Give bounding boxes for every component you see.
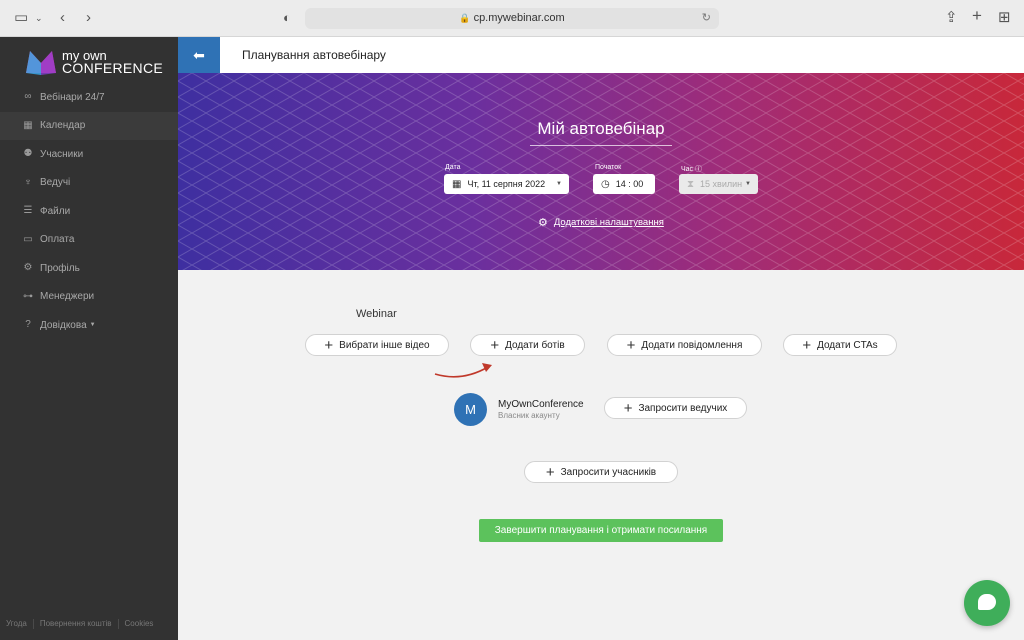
footer-link-cookies[interactable]: Cookies: [119, 619, 160, 629]
infinity-icon: ∞: [24, 91, 32, 103]
page-title: Планування автовебінару: [242, 48, 386, 62]
browser-toolbar: ▭ ⌄ ‹ › ◐ 🔒 cp.mywebinar.com ↻ ⇪ + ⊞: [0, 0, 1024, 37]
start-time-picker[interactable]: ◷ 14 : 00: [593, 174, 655, 194]
clock-icon: ◷: [601, 178, 610, 190]
start-label: Початок: [595, 164, 622, 171]
sidebar-item-participants[interactable]: ⚉ Учасники: [0, 140, 178, 169]
host-name: MyOwnConference: [498, 399, 584, 410]
help-icon: ?: [25, 319, 31, 331]
microphone-icon: ♆: [24, 176, 32, 188]
plus-icon: +: [324, 336, 334, 354]
gear-icon: ⚙: [538, 217, 548, 229]
forward-arrow-icon[interactable]: ›: [86, 9, 91, 27]
duration-label: Час ⓘ: [681, 166, 703, 173]
sidebar-nav: ∞ Вебінари 24/7 ▦ Календар ⚉ Учасники ♆ Веду…: [0, 83, 178, 340]
sidebar-item-managers[interactable]: ⊶ Менеджери: [0, 283, 178, 312]
chevron-down-icon[interactable]: ⌄: [35, 9, 43, 27]
url-text: cp.mywebinar.com: [473, 12, 565, 24]
duration-select[interactable]: ⧗ 15 хвилин ▼: [679, 174, 758, 194]
date-picker[interactable]: ▦ Чт, 11 серпня 2022 ▼: [444, 174, 569, 194]
sidebar-item-files[interactable]: ☰ Файли: [0, 197, 178, 226]
sidebar: my own CONFERENCE ∞ Вебінари 24/7 ▦ Календ…: [0, 37, 178, 640]
lock-icon: 🔒: [459, 13, 471, 23]
sidebar-item-webinars-24-7[interactable]: ∞ Вебінари 24/7: [0, 83, 178, 112]
share-icon[interactable]: ⇪: [945, 9, 958, 27]
plus-icon: +: [623, 399, 633, 417]
database-icon: ☰: [23, 205, 33, 217]
advanced-settings-link[interactable]: ⚙ Додаткові налаштування: [538, 216, 664, 229]
plus-icon: +: [490, 336, 500, 354]
calendar-icon: ▦: [452, 178, 462, 190]
address-bar[interactable]: 🔒 cp.mywebinar.com ↻: [305, 8, 719, 29]
logo-mark-icon: [26, 51, 56, 75]
page-header: ⬅ Планування автовебінару: [178, 37, 1024, 73]
invite-hosts-button[interactable]: + Запросити ведучих: [604, 397, 747, 419]
footer-link-agreement[interactable]: Угода: [0, 619, 34, 629]
privacy-shield-icon[interactable]: ◐: [283, 9, 291, 27]
plus-icon: +: [626, 336, 636, 354]
date-label: Дата: [445, 164, 461, 171]
section-label: Webinar: [356, 308, 397, 320]
caret-down-icon: ▼: [745, 181, 751, 187]
sidebar-item-payment[interactable]: ▭ Оплата: [0, 226, 178, 255]
sidebar-item-calendar[interactable]: ▦ Календар: [0, 111, 178, 140]
banner-pattern: [178, 73, 1024, 270]
tab-overview-icon[interactable]: ⊞: [998, 9, 1011, 27]
caret-down-icon: ▼: [556, 181, 562, 187]
caret-down-icon: ▼: [89, 322, 96, 329]
sidebar-footer-links: Угода Повернення коштів Cookies: [0, 619, 178, 629]
credit-card-icon: ▭: [23, 233, 33, 245]
sidebar-item-help[interactable]: ? Довідкова ▼: [0, 311, 178, 340]
host-role: Власник акаунту: [498, 411, 560, 420]
webinar-title[interactable]: Мій автовебінар: [530, 119, 672, 146]
add-messages-button[interactable]: + Додати повідомлення: [607, 334, 762, 356]
calendar-icon: ▦: [23, 119, 33, 131]
add-bots-button[interactable]: + Додати ботів: [470, 334, 585, 356]
back-button[interactable]: ⬅: [178, 37, 220, 73]
choose-video-button[interactable]: + Вибрати інше відео: [305, 334, 449, 356]
avatar[interactable]: M: [454, 393, 487, 426]
new-tab-icon[interactable]: +: [972, 7, 982, 25]
users-icon: ⚉: [23, 148, 33, 160]
reload-icon[interactable]: ↻: [702, 8, 711, 29]
logo-text: my own CONFERENCE: [62, 48, 164, 76]
plus-icon: +: [802, 336, 812, 354]
chat-widget-button[interactable]: [964, 580, 1010, 626]
hint-arrow-icon: [434, 363, 492, 378]
hourglass-icon: ⧗: [687, 178, 695, 190]
sidebar-item-hosts[interactable]: ♆ Ведучі: [0, 169, 178, 198]
plus-icon: +: [545, 463, 555, 481]
webinar-hero-banner: Мій автовебінар Дата ▦ Чт, 11 серпня 202…: [178, 73, 1024, 270]
brand-logo[interactable]: my own CONFERENCE: [24, 47, 164, 77]
sitemap-icon: ⊶: [23, 290, 33, 302]
sidebar-toggle-icon[interactable]: ▭: [14, 9, 28, 27]
add-ctas-button[interactable]: + Додати CTAs: [783, 334, 897, 356]
back-arrow-icon[interactable]: ‹: [60, 9, 65, 27]
sidebar-item-profile[interactable]: ⚙ Профіль: [0, 254, 178, 283]
gear-icon: ⚙: [23, 262, 33, 274]
finish-planning-button[interactable]: Завершити планування і отримати посиланн…: [479, 519, 723, 542]
chat-bubble-icon: [978, 594, 996, 610]
arrow-left-icon: ⬅: [193, 47, 205, 63]
footer-link-refund[interactable]: Повернення коштів: [34, 619, 119, 629]
invite-participants-button[interactable]: + Запросити учасників: [524, 461, 678, 483]
